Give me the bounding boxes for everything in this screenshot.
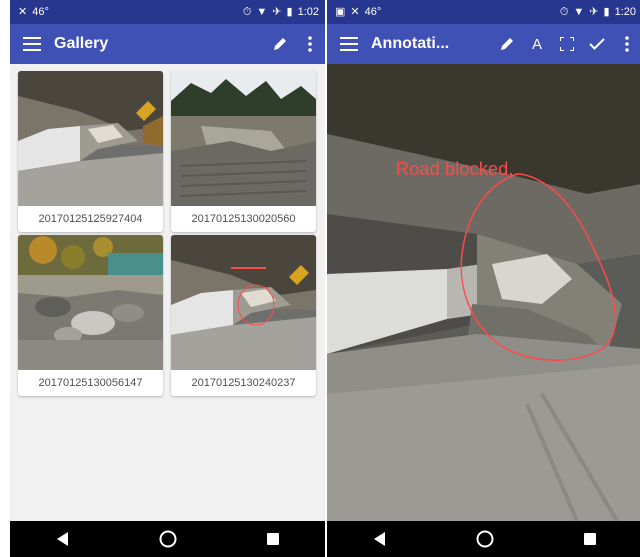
- fullscreen-button[interactable]: [552, 24, 582, 64]
- back-button[interactable]: [360, 521, 400, 557]
- temperature-label: 46°: [364, 6, 382, 18]
- draw-button[interactable]: [492, 24, 522, 64]
- wifi-icon: ▼: [573, 5, 585, 18]
- status-bar: ✕ 46° ⏱ ▼ ✈ ▮ 1:02: [10, 0, 325, 24]
- landslide-photo-thumbnail: [18, 71, 163, 206]
- notification-icon: ✕: [350, 5, 360, 18]
- more-options-button[interactable]: [295, 24, 325, 64]
- wifi-icon: ▼: [256, 5, 268, 18]
- confirm-button[interactable]: [582, 24, 612, 64]
- photo-caption: 20170125130056147: [38, 377, 143, 389]
- add-text-button[interactable]: A: [522, 24, 552, 64]
- gallery-screen: ✕ 46° ⏱ ▼ ✈ ▮ 1:02 Gallery 2017012512592…: [10, 0, 325, 557]
- check-icon: [589, 38, 605, 50]
- landslide-photo: [327, 64, 640, 521]
- system-nav-bar: [10, 521, 325, 557]
- system-nav-bar: [327, 521, 640, 557]
- gallery-item[interactable]: 20170125125927404: [18, 71, 163, 232]
- image-icon: ▣: [335, 5, 346, 18]
- alarm-icon: ⏱: [242, 5, 252, 18]
- battery-icon: ▮: [286, 5, 293, 18]
- menu-button[interactable]: [10, 24, 54, 64]
- photo-caption: 20170125130240237: [191, 377, 296, 389]
- annotated-photo-thumbnail: [171, 235, 316, 370]
- screenshot-comparison: ✕ 46° ⏱ ▼ ✈ ▮ 1:02 Gallery 2017012512592…: [0, 0, 640, 557]
- pencil-icon: [501, 38, 513, 50]
- status-time: 1:02: [297, 6, 319, 18]
- back-button[interactable]: [43, 521, 83, 557]
- status-time: 1:20: [614, 6, 636, 18]
- airplane-icon: ✈: [589, 5, 599, 18]
- alarm-icon: ⏱: [559, 5, 569, 18]
- hillside-photo-thumbnail: [171, 71, 316, 206]
- gallery-grid: 20170125125927404 20170125130020560 2017…: [10, 64, 325, 521]
- recents-button[interactable]: [253, 521, 293, 557]
- home-button[interactable]: [148, 521, 188, 557]
- menu-icon: [23, 37, 41, 51]
- recents-icon: [583, 533, 596, 545]
- app-bar: Annotati... A: [327, 24, 640, 64]
- home-button[interactable]: [465, 521, 505, 557]
- menu-icon: [340, 37, 358, 51]
- photo-caption: 20170125125927404: [38, 213, 143, 225]
- annotation-canvas[interactable]: Road blocked.: [327, 64, 640, 521]
- recents-icon: [266, 533, 279, 545]
- rocks-photo-thumbnail: [18, 235, 163, 370]
- app-bar: Gallery: [10, 24, 325, 64]
- temperature-label: 46°: [32, 6, 49, 18]
- page-title: Gallery: [54, 35, 109, 52]
- home-icon: [476, 530, 493, 548]
- annotation-screen: ▣ ✕ 46° ⏱ ▼ ✈ ▮ 1:20 Annotati... A Road …: [327, 0, 640, 557]
- gallery-item[interactable]: 20170125130056147: [18, 235, 163, 396]
- notification-icon: ✕: [18, 5, 28, 18]
- photo-caption: 20170125130020560: [191, 213, 296, 225]
- pencil-icon: [274, 38, 286, 50]
- menu-button[interactable]: [327, 24, 371, 64]
- edit-button[interactable]: [265, 24, 295, 64]
- battery-icon: ▮: [603, 5, 610, 18]
- status-bar: ▣ ✕ 46° ⏱ ▼ ✈ ▮ 1:20: [327, 0, 640, 24]
- home-icon: [159, 530, 176, 548]
- recents-button[interactable]: [570, 521, 610, 557]
- airplane-icon: ✈: [272, 5, 282, 18]
- back-icon: [56, 532, 68, 546]
- gallery-item[interactable]: 20170125130020560: [171, 71, 316, 232]
- more-options-button[interactable]: [612, 24, 640, 64]
- back-icon: [373, 532, 385, 546]
- page-title: Annotati...: [371, 35, 450, 52]
- more-vert-icon: [625, 36, 629, 52]
- annotation-label[interactable]: Road blocked.: [396, 159, 514, 180]
- text-icon: A: [531, 35, 542, 53]
- gallery-item[interactable]: 20170125130240237: [171, 235, 316, 396]
- more-vert-icon: [308, 36, 312, 52]
- fullscreen-icon: [560, 37, 574, 51]
